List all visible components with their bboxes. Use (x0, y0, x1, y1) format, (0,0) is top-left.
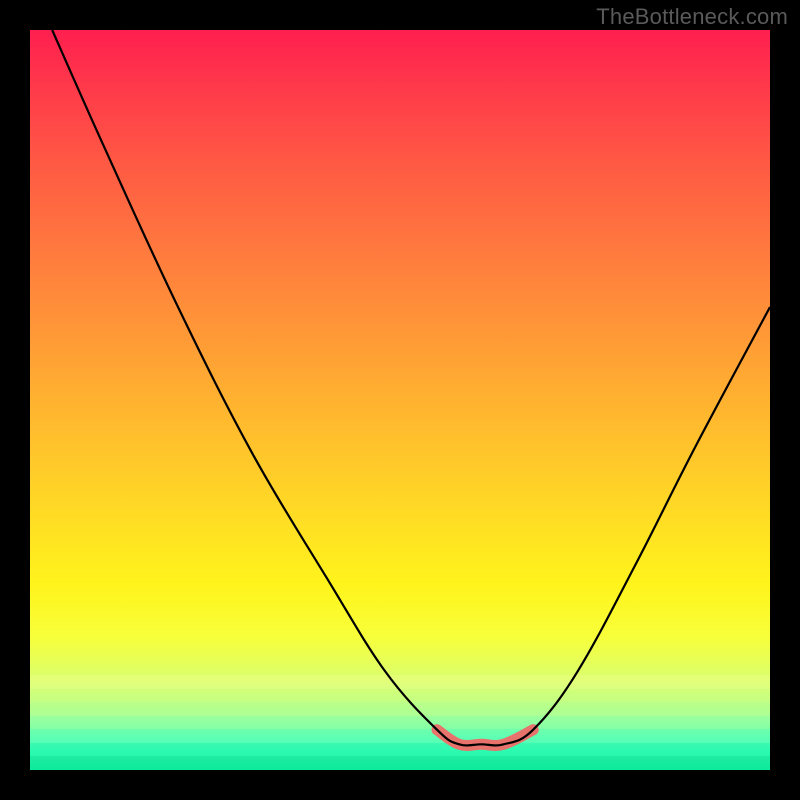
optimal-range-highlight (437, 730, 533, 746)
watermark-text: TheBottleneck.com (596, 4, 788, 30)
bottleneck-curve-svg (30, 30, 770, 770)
plot-area (30, 30, 770, 770)
chart-frame: TheBottleneck.com (0, 0, 800, 800)
bottleneck-curve (52, 30, 770, 745)
